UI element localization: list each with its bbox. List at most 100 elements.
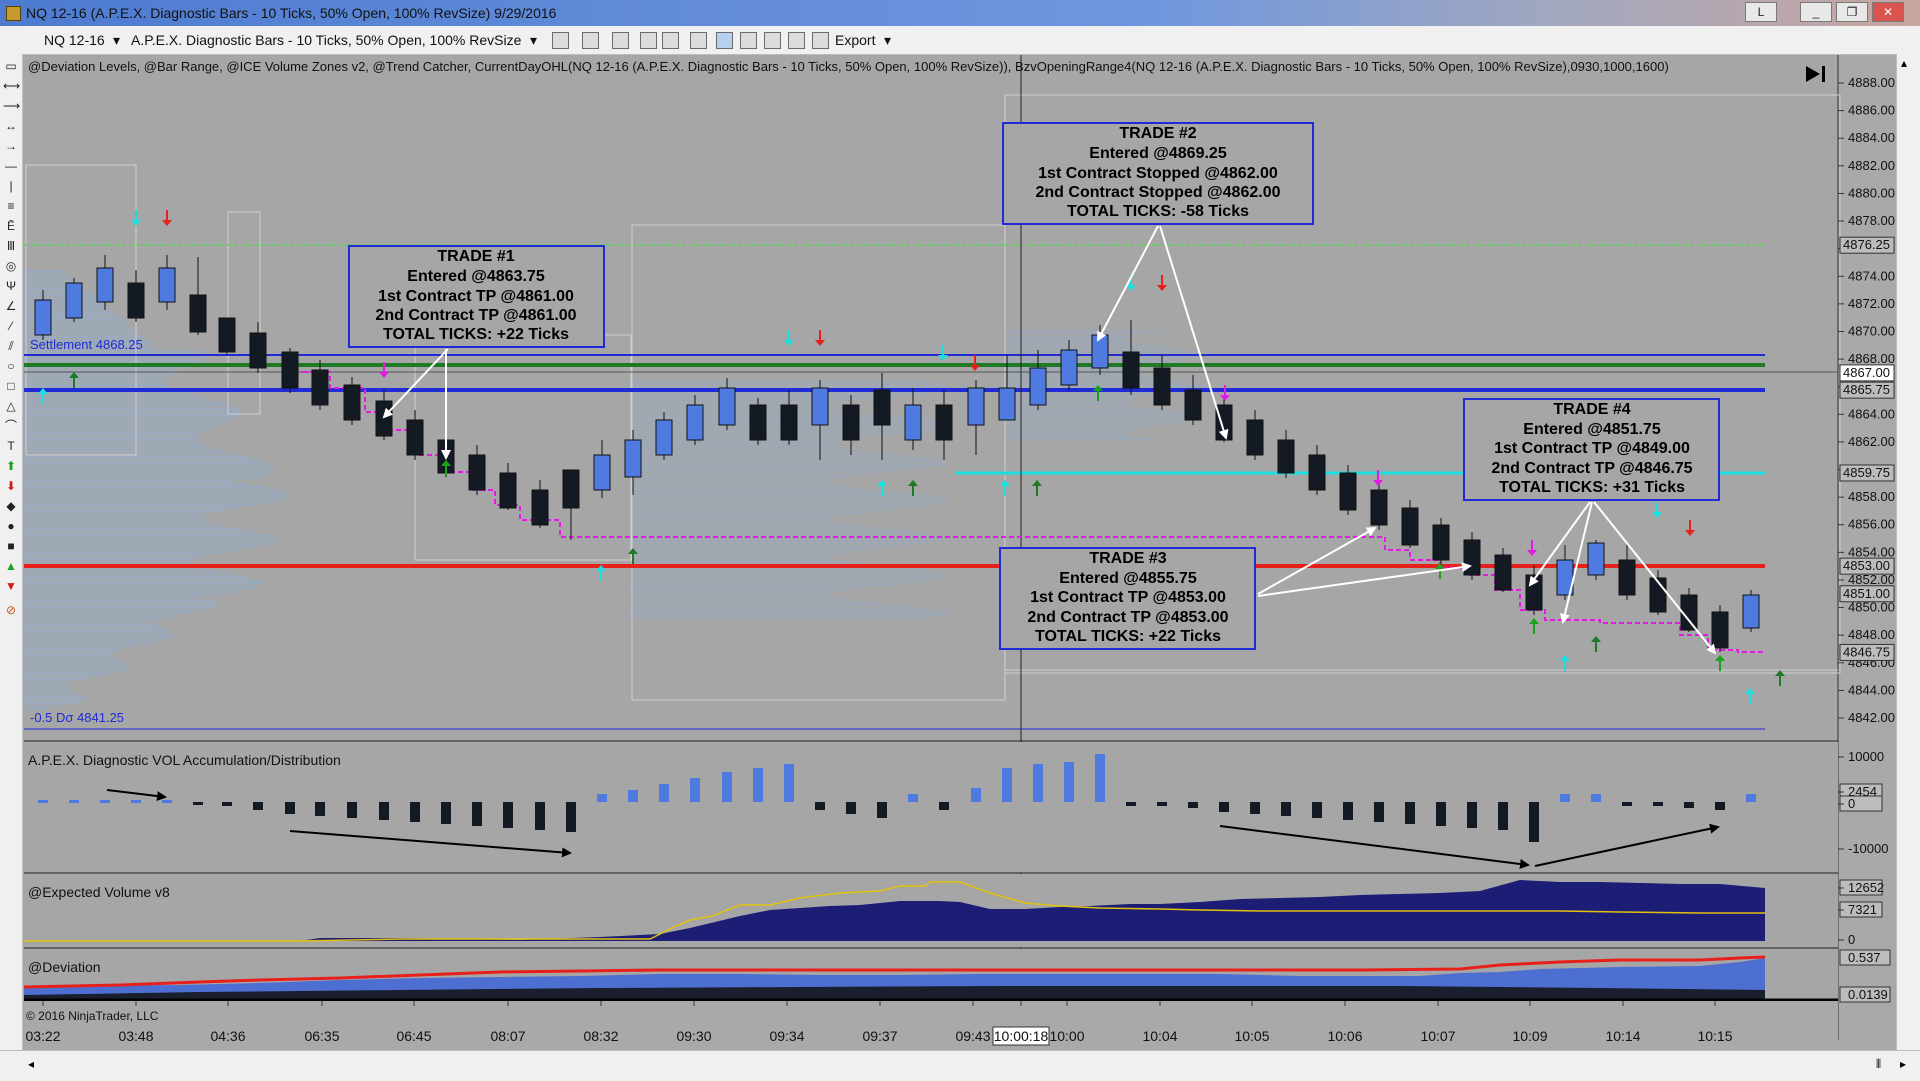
time-tick-label: 10:06 — [1327, 1028, 1362, 1044]
candle-body — [1339, 472, 1357, 511]
time-tick-label: 10:07 — [1420, 1028, 1455, 1044]
price-marker-label: 4846.75 — [1843, 644, 1890, 659]
volume-profile-row — [24, 576, 248, 578]
volume-bar — [1157, 802, 1167, 806]
volume-profile-row — [24, 411, 241, 413]
volume-profile-row — [1005, 411, 1185, 413]
volume-bar — [1684, 802, 1694, 808]
volume-profile-row — [24, 528, 241, 530]
candle-body — [1401, 507, 1419, 546]
volume-profile-row — [24, 432, 201, 434]
candle-body — [1153, 367, 1171, 406]
volume-profile-row — [24, 672, 116, 674]
volume-profile-row — [630, 575, 950, 577]
volume-bar — [753, 768, 763, 802]
price-tick-label: 4842.00 — [1848, 710, 1895, 725]
chart-canvas[interactable]: @Deviation Levels, @Bar Range, @ICE Volu… — [0, 0, 1920, 1080]
volume-bar — [1715, 802, 1725, 810]
price-tick-label: 4864.00 — [1848, 406, 1895, 421]
volume-profile-row — [24, 585, 261, 587]
volume-bar — [285, 802, 295, 814]
volume-profile-row — [630, 506, 919, 508]
volume-bar — [1436, 802, 1446, 826]
candle-body — [96, 267, 114, 303]
volume-profile-row — [630, 485, 845, 487]
volume-profile-row — [630, 530, 912, 532]
volume-profile-row — [24, 414, 240, 416]
volume-profile-row — [24, 663, 128, 665]
volume-profile-row — [24, 438, 197, 440]
volume-profile-row — [24, 468, 275, 470]
trade-line: TOTAL TICKS: -58 Ticks — [1067, 203, 1249, 220]
volume-profile-row — [24, 423, 222, 425]
volume-profile-row — [24, 393, 191, 395]
volume-bar — [472, 802, 482, 826]
volume-profile-row — [24, 456, 250, 458]
price-tick-label: 4874.00 — [1848, 268, 1895, 283]
volume-profile-row — [630, 581, 922, 583]
time-tick-label: 03:22 — [25, 1028, 60, 1044]
trade-line: 1st Contract TP @4853.00 — [1030, 589, 1226, 606]
price-tick-label: 4880.00 — [1848, 185, 1895, 200]
volume-profile-row — [630, 458, 939, 460]
volume-bar — [1095, 754, 1105, 802]
volume-profile-row — [630, 503, 941, 505]
price-tick-label: 4848.00 — [1848, 627, 1895, 642]
trade-line: TRADE #3 — [1089, 550, 1166, 567]
volume-bar — [1002, 768, 1012, 802]
candle-body — [842, 404, 860, 441]
volume-profile-row — [1005, 333, 1142, 335]
volume-profile-row — [24, 693, 82, 695]
volume-profile-row — [24, 444, 207, 446]
price-tick-label: 4878.00 — [1848, 213, 1895, 228]
trade-line: TRADE #2 — [1119, 125, 1196, 142]
volume-profile-row — [630, 518, 831, 520]
trade-line: Entered @4863.75 — [407, 268, 545, 285]
volume-profile-row — [1005, 345, 1161, 347]
candle-body — [811, 387, 829, 426]
price-marker-label: 4865.75 — [1843, 382, 1890, 397]
volume-profile-row — [1005, 399, 1127, 401]
volume-profile-row — [24, 483, 249, 485]
expected-tick-label: 7321 — [1848, 902, 1877, 917]
volume-profile-row — [24, 498, 285, 500]
volume-profile-row — [24, 645, 138, 647]
volume-profile-row — [24, 651, 113, 653]
candle-body — [281, 351, 299, 389]
volume-profile-row — [24, 615, 174, 617]
volume-profile-row — [24, 510, 223, 512]
volume-marker — [1839, 795, 1883, 812]
volume-bar — [503, 802, 513, 828]
volume-bar — [908, 794, 918, 802]
volume-profile-row — [630, 491, 900, 493]
volume-bar — [379, 802, 389, 820]
volume-profile-row — [24, 375, 167, 377]
volume-profile-row — [24, 360, 203, 362]
volume-profile-row — [1005, 408, 1162, 410]
volume-bar — [193, 802, 203, 805]
volume-bar — [939, 802, 949, 810]
trade-line: TOTAL TICKS: +31 Ticks — [1499, 479, 1685, 496]
volume-profile-row — [24, 270, 64, 272]
trade-line: TRADE #4 — [1553, 401, 1630, 418]
volume-bar — [971, 788, 981, 802]
volume-profile-row — [630, 473, 873, 475]
deviation-panel-title: @Deviation — [28, 959, 101, 975]
deviation-tick-label: 0.537 — [1848, 950, 1881, 965]
candle-body — [468, 454, 486, 491]
time-tick-label: 09:34 — [769, 1028, 804, 1044]
trade-line: 2nd Contract TP @4846.75 — [1491, 460, 1692, 477]
volume-profile-row — [24, 543, 269, 545]
volume-profile-row — [630, 524, 855, 526]
volume-profile-row — [24, 570, 217, 572]
candle-body — [34, 299, 52, 336]
volume-profile-row — [630, 455, 916, 457]
trade-1-annotation: TRADE #1 Entered @4863.75 1st Contract T… — [348, 245, 605, 348]
volume-profile-row — [630, 395, 899, 397]
volume-profile-row — [630, 521, 836, 523]
volume-bar — [38, 800, 48, 803]
volume-profile-row — [630, 593, 831, 595]
volume-profile-row — [24, 627, 161, 629]
volume-profile-row — [24, 648, 123, 650]
candle-body — [343, 384, 361, 421]
